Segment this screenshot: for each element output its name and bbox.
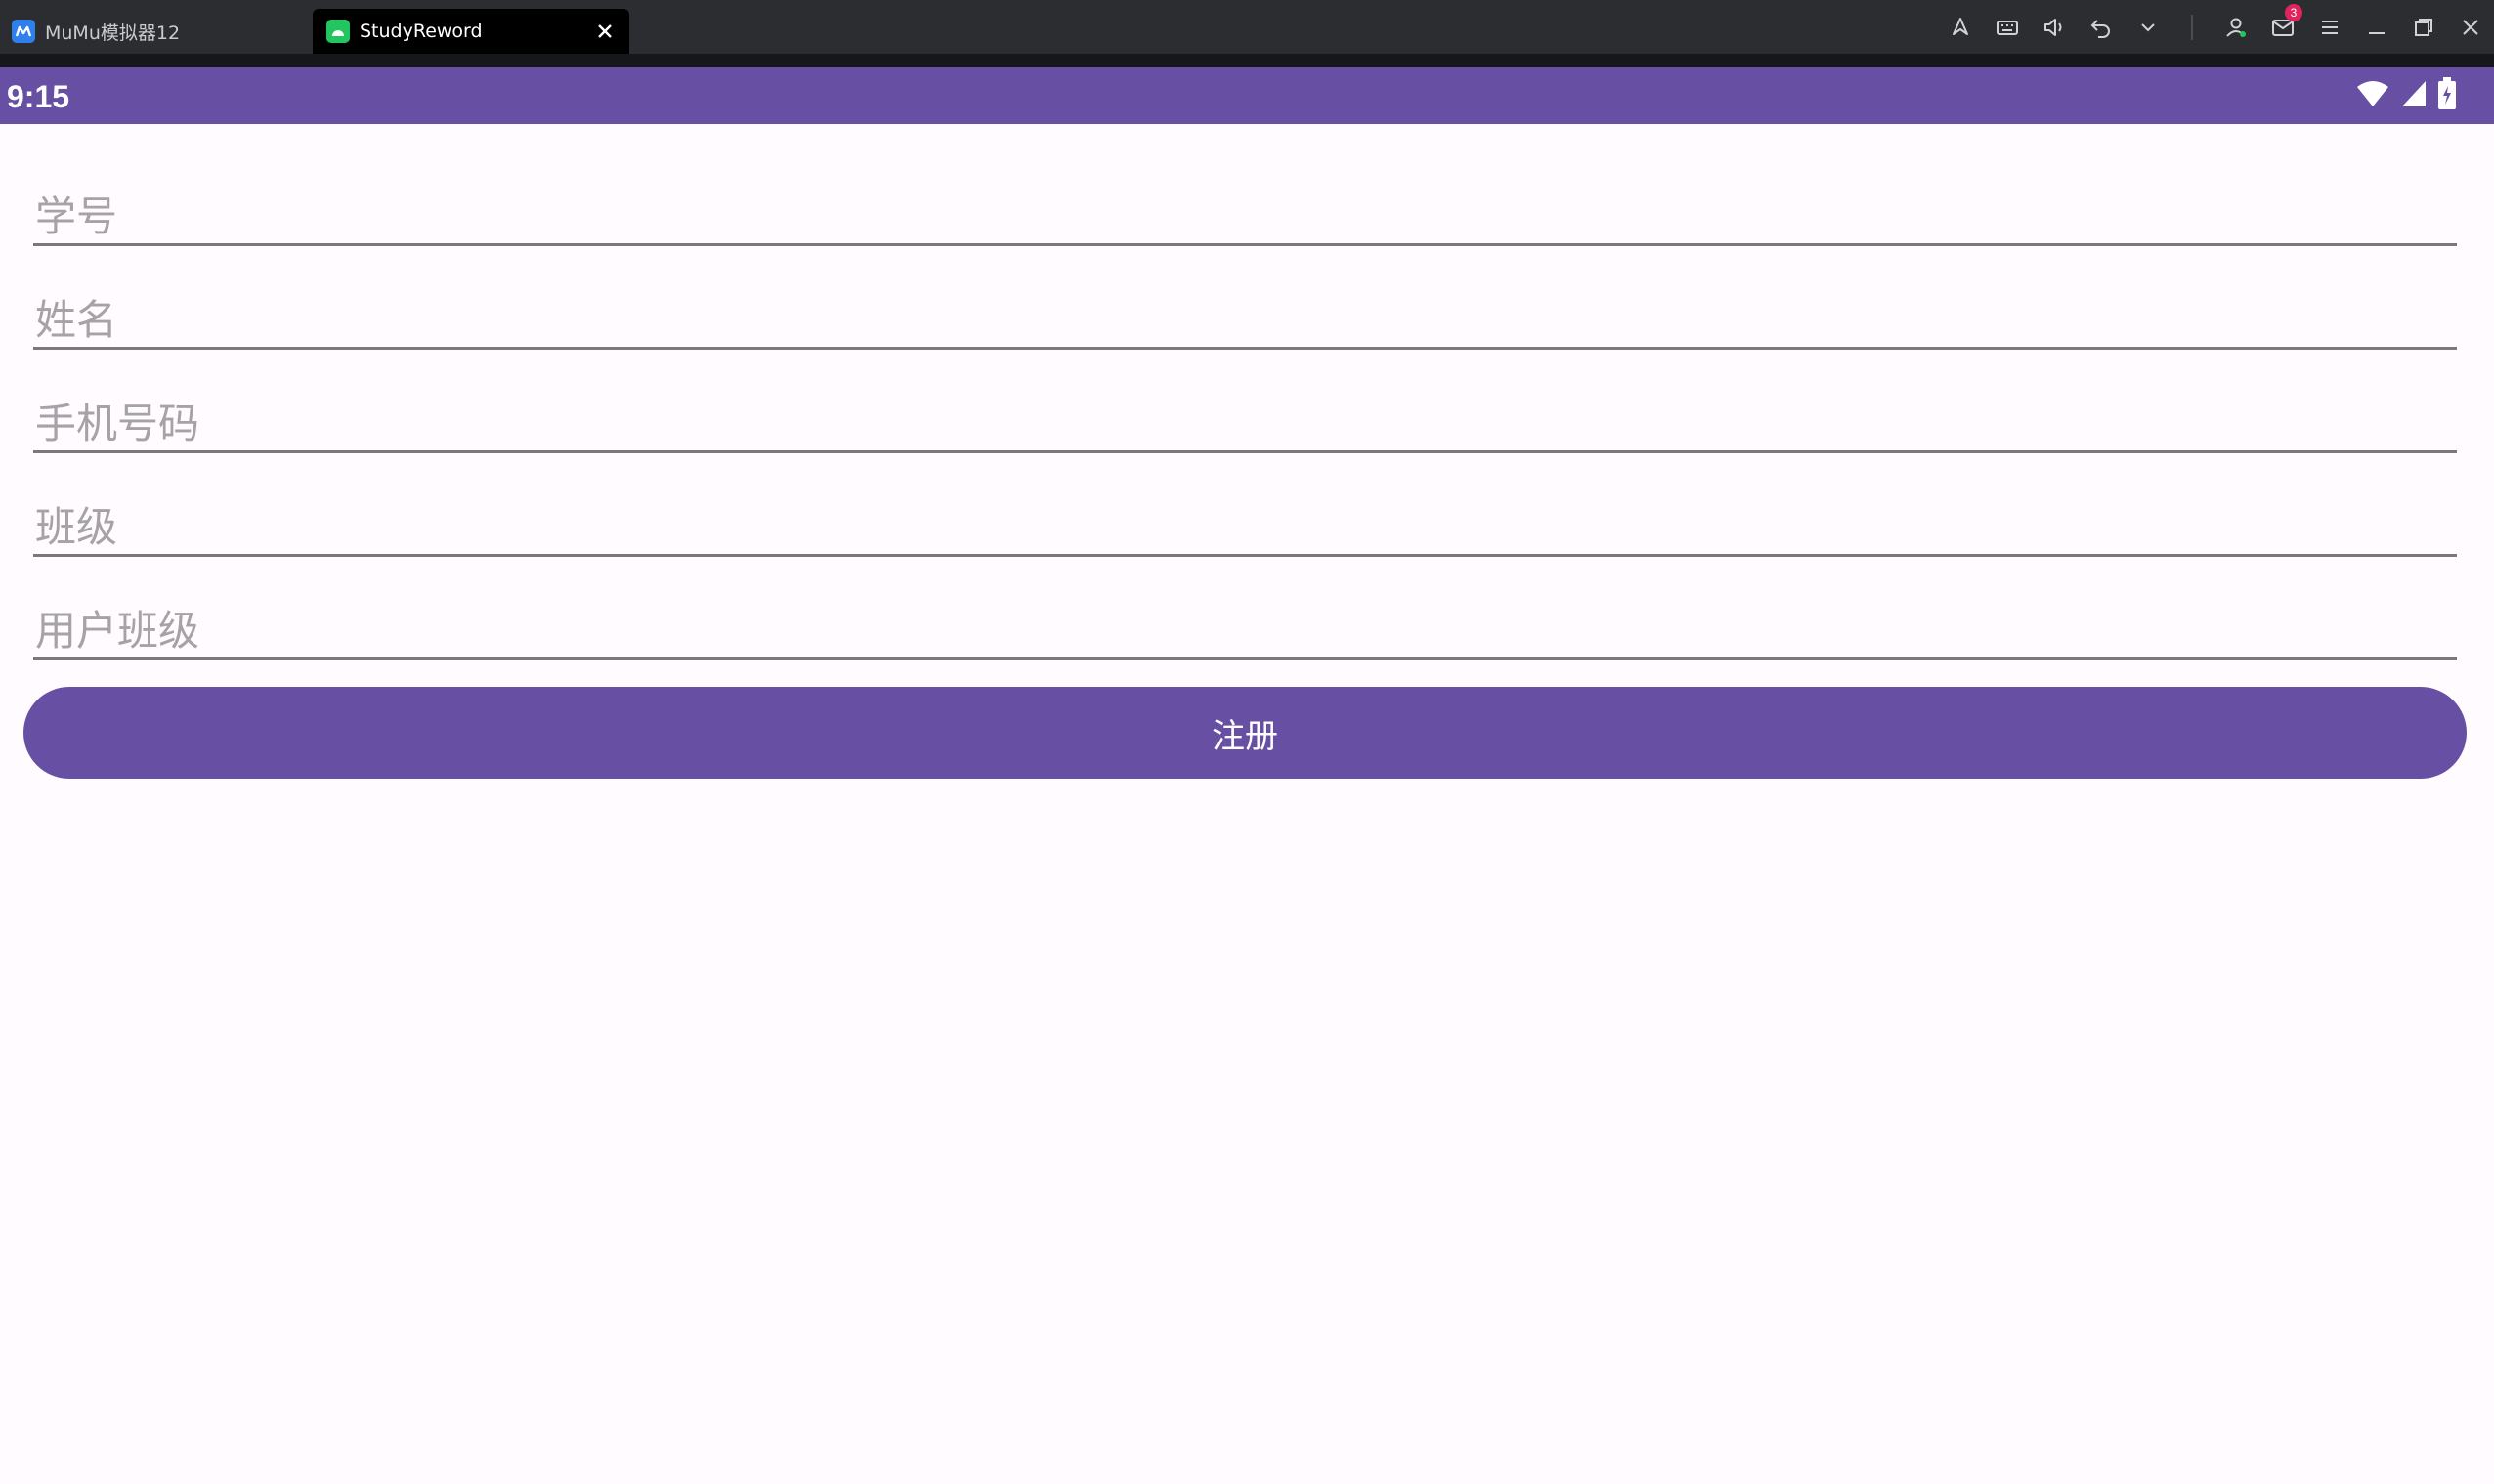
user-class-input[interactable] bbox=[33, 582, 2457, 660]
status-clock: 9:15 bbox=[7, 79, 70, 114]
field-underline bbox=[33, 347, 2457, 350]
class-input[interactable] bbox=[33, 479, 2457, 557]
android-app-icon bbox=[326, 20, 350, 43]
restore-icon[interactable] bbox=[2400, 0, 2447, 54]
tab-close-icon[interactable] bbox=[594, 21, 616, 42]
emulator-titlebar-edge bbox=[0, 54, 2494, 67]
toolbar-divider bbox=[2191, 14, 2193, 40]
signal-icon bbox=[2400, 79, 2428, 112]
undo-icon[interactable] bbox=[2078, 0, 2125, 54]
field-underline bbox=[33, 450, 2457, 453]
status-icons bbox=[2355, 77, 2457, 114]
register-button[interactable]: 注册 bbox=[23, 687, 2467, 779]
volume-icon[interactable] bbox=[2031, 0, 2078, 54]
name-input[interactable] bbox=[33, 272, 2457, 350]
field-underline bbox=[33, 554, 2457, 557]
emulator-toolbar: 3 bbox=[1937, 0, 2494, 54]
keyboard-icon[interactable] bbox=[1984, 0, 2031, 54]
location-pin-icon[interactable] bbox=[1937, 0, 1984, 54]
class-field[interactable] bbox=[33, 479, 2457, 557]
android-statusbar: 9:15 bbox=[0, 67, 2494, 124]
tab-mumu-label: MuMu模拟器12 bbox=[45, 21, 181, 44]
field-underline bbox=[33, 243, 2457, 246]
tab-studyreword-label: StudyReword bbox=[360, 21, 483, 42]
battery-icon bbox=[2437, 77, 2457, 114]
user-icon[interactable] bbox=[2213, 0, 2259, 54]
mumu-logo-icon bbox=[12, 20, 35, 43]
menu-icon[interactable] bbox=[2306, 0, 2353, 54]
minimize-icon[interactable] bbox=[2353, 0, 2400, 54]
name-field[interactable] bbox=[33, 272, 2457, 350]
notification-badge: 3 bbox=[2285, 4, 2302, 21]
student-id-input[interactable] bbox=[33, 168, 2457, 246]
tab-studyreword[interactable]: StudyReword bbox=[313, 9, 629, 54]
phone-field[interactable] bbox=[33, 375, 2457, 453]
tab-mumu-home[interactable]: MuMu模拟器12 bbox=[0, 9, 311, 54]
wifi-icon bbox=[2355, 79, 2390, 112]
emulator-titlebar: MuMu模拟器12 StudyReword 3 bbox=[0, 0, 2494, 54]
mail-icon[interactable]: 3 bbox=[2259, 0, 2306, 54]
chevron-down-icon[interactable] bbox=[2125, 0, 2172, 54]
user-class-field[interactable] bbox=[33, 582, 2457, 660]
phone-input[interactable] bbox=[33, 375, 2457, 453]
close-icon[interactable] bbox=[2447, 0, 2494, 54]
field-underline bbox=[33, 657, 2457, 660]
student-id-field[interactable] bbox=[33, 168, 2457, 246]
